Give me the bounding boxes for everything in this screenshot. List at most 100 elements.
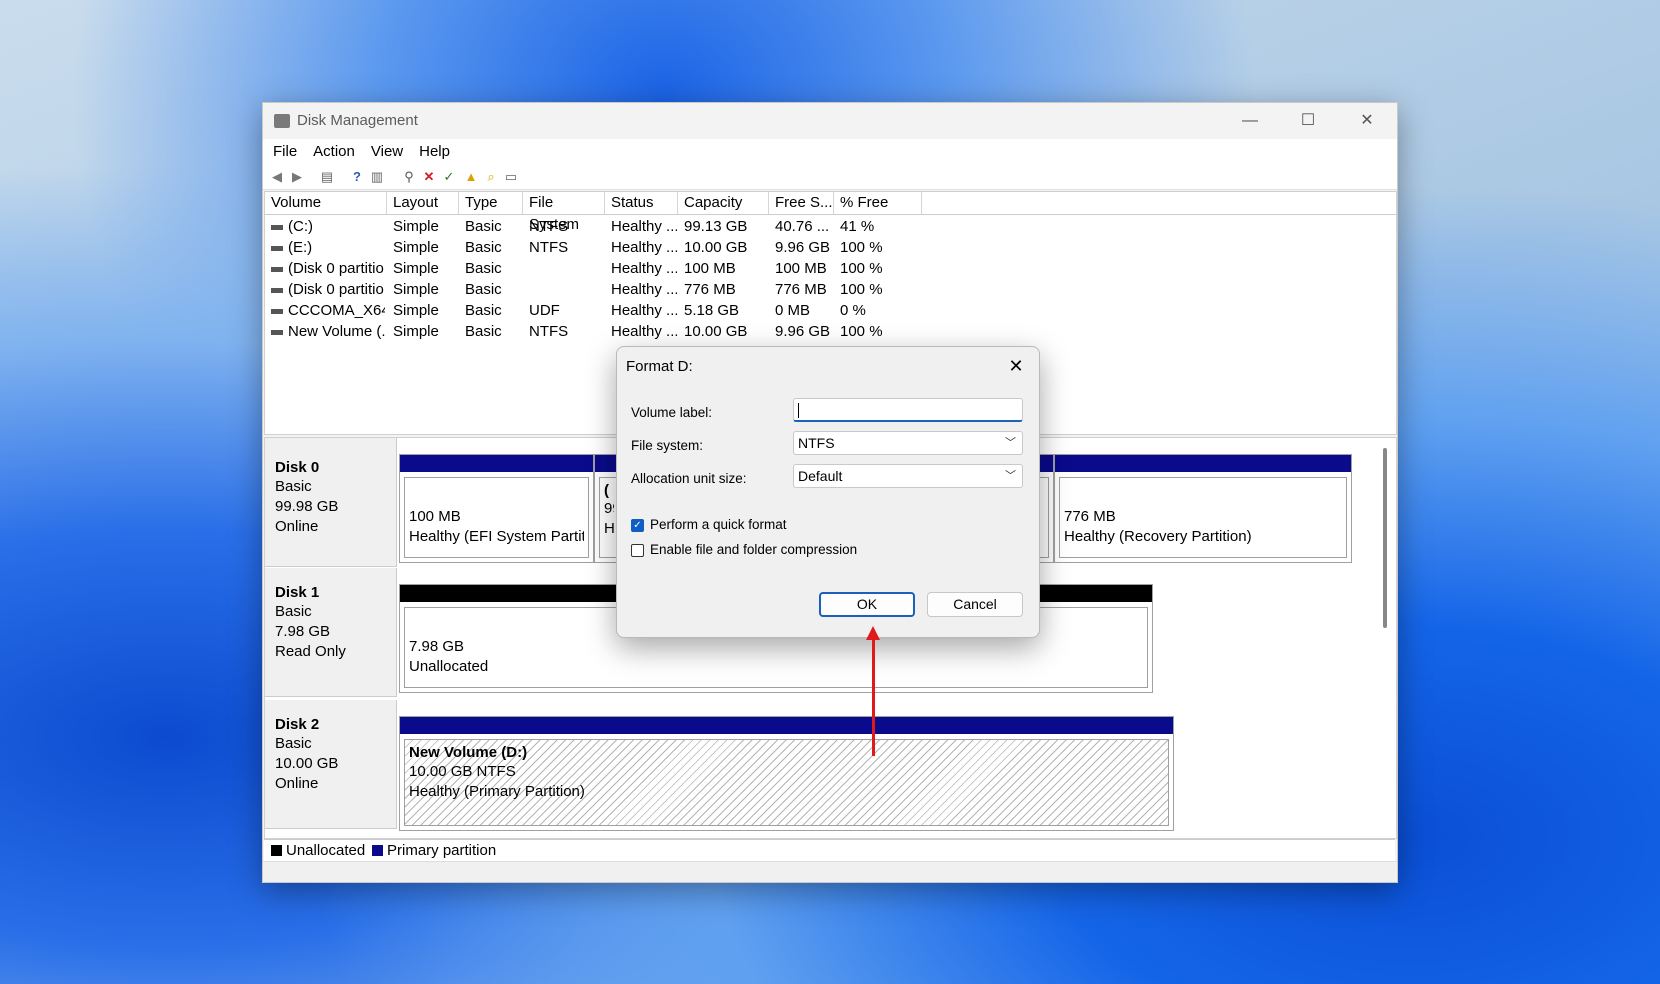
table-cell: 99.13 GB <box>684 218 748 235</box>
table-cell: New Volume (... <box>271 321 385 342</box>
disk-2-label[interactable]: Disk 2 Basic 10.00 GB Online <box>265 700 397 829</box>
ok-button[interactable]: OK <box>819 592 915 617</box>
primary-swatch <box>372 845 383 856</box>
partition-status: Healthy (EFI System Partitio <box>409 528 584 545</box>
col-status[interactable]: Status <box>605 192 678 214</box>
chevron-down-icon: ﹀ <box>1005 470 1016 482</box>
table-row[interactable]: (Disk 0 partitio... Simple Basic Healthy ..… <box>265 279 1396 300</box>
partition-status: He <box>604 520 614 537</box>
allocation-unit-size-label: Allocation unit size: <box>631 471 747 486</box>
show-hide-console-tree-icon[interactable]: ▤ <box>319 169 335 185</box>
table-cell: UDF <box>529 302 560 319</box>
menu-help[interactable]: Help <box>411 139 458 165</box>
disk-1-label[interactable]: Disk 1 Basic 7.98 GB Read Only <box>265 568 397 697</box>
disk-name: Disk 1 <box>275 584 320 601</box>
toolbar: ◀ ▶ ▤ ? ▥ ⚲ ✕ ✓ ▲ ⌕ ▭ <box>263 165 1397 190</box>
table-cell: (E:) <box>271 237 385 258</box>
compression-label[interactable]: Enable file and folder compression <box>650 542 857 557</box>
col-capacity[interactable]: Capacity <box>678 192 769 214</box>
table-cell: Simple <box>393 218 439 235</box>
table-cell: Healthy ... <box>611 218 677 235</box>
volume-list-header: Volume Layout Type File System Status Ca… <box>265 192 1396 233</box>
partition-size: 10.00 GB NTFS <box>409 763 516 780</box>
col-volume[interactable]: Volume <box>265 192 387 214</box>
quick-format-label[interactable]: Perform a quick format <box>650 517 787 532</box>
allocation-unit-size-select[interactable]: Default ﹀ <box>793 464 1023 488</box>
properties-icon[interactable]: ✓ <box>441 169 457 185</box>
menu-action[interactable]: Action <box>305 139 363 165</box>
quick-format-checkbox[interactable]: ✓ <box>631 519 644 532</box>
dialog-title: Format D: <box>626 358 693 375</box>
file-system-select[interactable]: NTFS ﹀ <box>793 431 1023 455</box>
partition-recovery[interactable]: 776 MB Healthy (Recovery Partition) <box>1054 454 1352 563</box>
table-cell: 0 % <box>840 302 866 319</box>
graph-scrollbar[interactable] <box>1383 448 1387 628</box>
table-cell: Basic <box>465 239 502 256</box>
back-icon[interactable]: ◀ <box>269 169 285 185</box>
view-icon[interactable]: ▭ <box>503 169 519 185</box>
table-cell: 776 MB <box>684 281 736 298</box>
folder-up-icon[interactable]: ▲ <box>463 169 479 185</box>
table-cell: 5.18 GB <box>684 302 740 319</box>
partition-size: 99 <box>604 500 614 517</box>
legend: Unallocated Primary partition <box>264 839 1395 862</box>
table-cell: 9.96 GB <box>775 239 831 256</box>
menu-view[interactable]: View <box>363 139 411 165</box>
disk-size: 10.00 GB <box>275 755 339 772</box>
volume-label-input[interactable] <box>793 398 1023 422</box>
partition-efi[interactable]: 100 MB Healthy (EFI System Partitio <box>399 454 594 563</box>
table-cell: Healthy ... <box>611 281 677 298</box>
compression-checkbox[interactable] <box>631 544 644 557</box>
table-cell: NTFS <box>529 218 569 235</box>
table-cell: 10.00 GB <box>684 239 748 256</box>
disk-0-label[interactable]: Disk 0 Basic 99.98 GB Online <box>265 438 397 567</box>
dialog-close-icon[interactable]: ✕ <box>1003 353 1029 379</box>
partition-status: Healthy (Primary Partition) <box>409 783 585 800</box>
partition-size: 100 MB <box>409 508 461 525</box>
format-dialog: Format D: ✕ Volume label: File system: N… <box>616 346 1040 638</box>
partition-status: Unallocated <box>409 658 489 675</box>
minimize-button[interactable]: — <box>1221 103 1279 139</box>
table-cell: 100 % <box>840 281 883 298</box>
partition-size: 7.98 GB <box>409 638 465 655</box>
delete-icon[interactable]: ✕ <box>421 169 437 185</box>
table-cell: 100 % <box>840 323 883 340</box>
drive-icon <box>271 287 283 293</box>
col-free-space[interactable]: Free S... <box>769 192 834 214</box>
col-file-system[interactable]: File System <box>523 192 605 233</box>
table-row[interactable]: New Volume (... Simple Basic NTFS Healthy ..… <box>265 321 1396 342</box>
help-icon[interactable]: ? <box>349 169 365 185</box>
drive-icon <box>271 224 283 230</box>
table-cell: 40.76 ... <box>775 218 830 235</box>
title-bar[interactable]: Disk Management — ☐ ✕ <box>263 103 1397 139</box>
table-row[interactable]: (E:) Simple Basic NTFS Healthy ... 10.00 GB 9.… <box>265 237 1396 258</box>
table-cell: Simple <box>393 260 439 277</box>
menu-file[interactable]: File <box>265 139 305 165</box>
show-hide-action-pane-icon[interactable]: ▥ <box>369 169 385 185</box>
partition-new-volume-d[interactable]: New Volume (D:) 10.00 GB NTFS Healthy (P… <box>399 716 1174 831</box>
disk-size: 7.98 GB <box>275 623 331 640</box>
maximize-button[interactable]: ☐ <box>1279 103 1337 139</box>
forward-icon[interactable]: ▶ <box>289 169 305 185</box>
table-cell: 100 MB <box>775 260 827 277</box>
table-row[interactable]: CCCOMA_X64... Simple Basic UDF Healthy ... 5.… <box>265 300 1396 321</box>
table-row[interactable]: (C:) Simple Basic NTFS Healthy ... 99.13 GB 40… <box>265 216 1396 237</box>
close-button[interactable]: ✕ <box>1338 103 1396 139</box>
table-cell: Basic <box>465 302 502 319</box>
table-row[interactable]: (Disk 0 partitio... Simple Basic Healthy ..… <box>265 258 1396 279</box>
connect-icon[interactable]: ⚲ <box>401 169 417 185</box>
table-cell: 0 MB <box>775 302 811 319</box>
cancel-button[interactable]: Cancel <box>927 592 1023 617</box>
col-layout[interactable]: Layout <box>387 192 459 214</box>
table-cell: 100 MB <box>684 260 736 277</box>
table-cell: 9.96 GB <box>775 323 831 340</box>
table-cell: Basic <box>465 218 502 235</box>
file-system-value: NTFS <box>798 435 835 451</box>
search-folder-icon[interactable]: ⌕ <box>483 169 499 185</box>
table-cell: (Disk 0 partitio... <box>271 279 385 300</box>
col-type[interactable]: Type <box>459 192 523 214</box>
window-title: Disk Management <box>297 112 418 129</box>
col-percent-free[interactable]: % Free <box>834 192 922 214</box>
table-cell: Basic <box>465 281 502 298</box>
table-cell: 100 % <box>840 260 883 277</box>
